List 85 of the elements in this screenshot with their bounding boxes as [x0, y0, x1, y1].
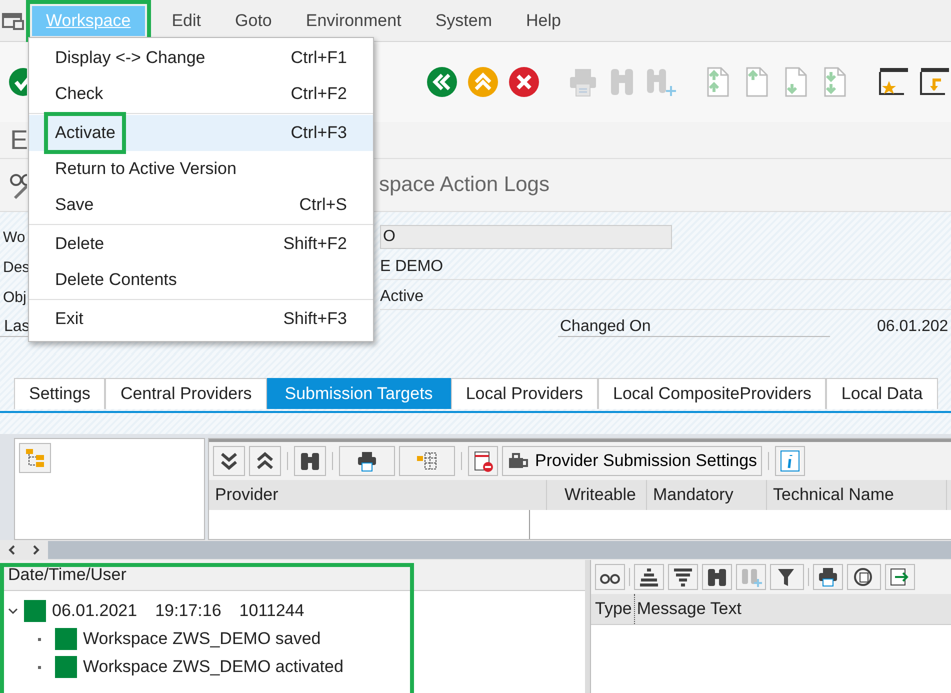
info-button[interactable] — [775, 446, 806, 476]
menu-item[interactable]: Exit Shift+F3 — [29, 301, 373, 337]
glasses-button[interactable] — [595, 564, 625, 590]
export-button[interactable] — [847, 564, 881, 590]
field-value: Active — [380, 288, 424, 306]
status-square — [55, 656, 77, 678]
column-header[interactable]: Mandatory — [647, 480, 767, 510]
binoculars-button[interactable] — [702, 564, 732, 590]
export-arrow-icon — [889, 567, 911, 587]
info-icon — [779, 450, 802, 472]
tab[interactable]: Settings — [14, 378, 106, 409]
collapse-all-button[interactable] — [249, 446, 281, 476]
provider-submission-settings-button[interactable]: Provider Submission Settings — [502, 446, 762, 476]
printer-icon — [356, 450, 378, 472]
cancel-icon[interactable] — [508, 66, 540, 98]
layout-icon — [416, 450, 438, 472]
menu-item[interactable]: Display <-> Change Ctrl+F1 — [29, 40, 373, 76]
column-header[interactable]: Type — [591, 594, 635, 624]
section-title: space Action Logs — [379, 173, 550, 197]
printer-button[interactable] — [813, 564, 843, 590]
log-date: 06.01.2021 — [52, 601, 138, 621]
status-square — [24, 600, 46, 622]
column-header[interactable]: Technical Name — [767, 480, 947, 510]
scroll-left-icon[interactable] — [7, 544, 17, 556]
log-time: 19:17:16 — [155, 601, 222, 621]
field-label: Changed On — [558, 318, 830, 336]
log-message[interactable]: Workspace ZWS_DEMO activated — [83, 657, 344, 677]
field-value: 06.01.202 — [877, 318, 948, 336]
window-arrow-icon[interactable] — [919, 66, 951, 98]
export-arrow-button[interactable] — [885, 564, 915, 590]
scrollbar[interactable] — [48, 541, 951, 559]
sort-ascending-button[interactable] — [634, 564, 664, 590]
menu-item[interactable]: Save Ctrl+S — [29, 187, 373, 223]
page-title: E — [10, 124, 28, 156]
menu-item[interactable]: Delete Shift+F2 — [29, 226, 373, 262]
field-label: Des — [3, 258, 30, 276]
column-header[interactable]: Writeable — [547, 480, 647, 510]
input-field[interactable]: O — [380, 225, 672, 249]
sort-descending-button[interactable] — [668, 564, 698, 590]
field-label: Obj — [3, 288, 26, 306]
sort-ascending-icon — [638, 567, 660, 587]
tree-bullet — [38, 638, 41, 640]
menu-item[interactable]: Return to Active Version — [29, 151, 373, 187]
tab[interactable]: Central Providers — [105, 378, 267, 409]
column-header[interactable]: Provider — [209, 480, 547, 510]
menu-bar-item[interactable]: Environment — [288, 6, 418, 36]
filter-button[interactable] — [770, 564, 804, 590]
menu-bar-item[interactable]: Help — [509, 6, 578, 36]
printer-icon — [817, 567, 839, 587]
field-value: E DEMO — [380, 258, 444, 276]
menu-item[interactable]: Delete Contents — [29, 262, 373, 298]
tab[interactable]: Local CompositeProviders — [598, 378, 826, 409]
field-label: Wo — [3, 228, 26, 246]
column-header[interactable]: Message Text — [634, 599, 742, 619]
check-icon[interactable] — [8, 67, 27, 97]
menu-item[interactable]: Check Ctrl+F2 — [29, 76, 373, 112]
window-star-icon[interactable] — [878, 66, 910, 98]
menu-bar-item[interactable]: System — [418, 6, 509, 36]
log-user: 1011244 — [239, 601, 304, 621]
menu-bar-item[interactable]: Goto — [218, 6, 289, 36]
scroll-right-icon[interactable] — [31, 544, 41, 556]
menu-bar-item[interactable]: Edit — [154, 6, 218, 36]
tree-toggle-button[interactable] — [19, 443, 51, 473]
status-square — [55, 628, 77, 650]
log-message[interactable]: Workspace ZWS_DEMO saved — [83, 629, 321, 649]
expand-all-button[interactable] — [213, 446, 245, 476]
expand-all-icon — [218, 450, 240, 472]
binoculars-icon — [706, 567, 728, 587]
binoculars-button[interactable] — [294, 446, 326, 476]
delete-row-button[interactable] — [468, 446, 498, 476]
hierarchy-icon — [24, 447, 46, 469]
binoculars-plus-icon — [740, 567, 762, 587]
sort-descending-icon — [672, 567, 694, 587]
tree-bullet — [38, 666, 41, 668]
collapse-caret-icon[interactable] — [8, 606, 18, 616]
printer-button[interactable] — [339, 446, 395, 476]
collapse-all-icon — [254, 450, 276, 472]
tab[interactable]: Submission Targets — [266, 378, 451, 409]
export-icon — [853, 567, 875, 587]
menu-item[interactable]: Activate Ctrl+F3 — [29, 115, 373, 151]
tab[interactable]: Local Providers — [450, 378, 598, 409]
delete-row-icon — [472, 450, 494, 472]
binoculars-icon — [299, 450, 321, 472]
tab[interactable]: Local Data — [826, 378, 938, 409]
layout-button[interactable] — [399, 446, 455, 476]
